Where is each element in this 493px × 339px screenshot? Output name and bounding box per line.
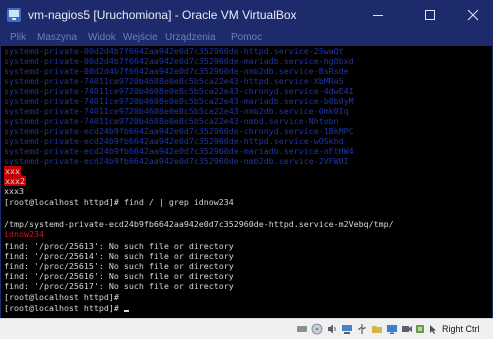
shared-folder-icon[interactable] bbox=[371, 323, 383, 335]
prompt-line-active: [root@localhost httpd]# bbox=[4, 303, 129, 313]
terminal-line: systemd-private-ecd24b9fb6642aa942e0d7c3… bbox=[4, 156, 349, 166]
recording-icon[interactable] bbox=[401, 323, 413, 335]
error-line: find: '/proc/25613': No such file or dir… bbox=[4, 241, 234, 251]
error-line: find: '/proc/25614': No such file or dir… bbox=[4, 251, 234, 261]
menu-widok[interactable]: Widok bbox=[88, 30, 116, 46]
menu-plik[interactable]: Plik bbox=[10, 30, 26, 46]
close-button[interactable] bbox=[450, 0, 493, 30]
menu-urzadzenia[interactable]: Urządzenia bbox=[165, 30, 216, 46]
terminal-line: systemd-private-00d2d4b7f6642aa942e0d7c3… bbox=[4, 66, 349, 76]
maximize-icon bbox=[425, 10, 435, 20]
error-line: find: '/proc/25617': No such file or dir… bbox=[4, 281, 234, 291]
keyboard-icon[interactable] bbox=[427, 323, 439, 335]
hard-disk-icon[interactable] bbox=[296, 323, 308, 335]
find-result-line: /tmp/systemd-private-ecd24b9fb6642aa942e… bbox=[4, 219, 394, 229]
menu-wejscie[interactable]: Wejście bbox=[123, 30, 158, 46]
virtualbox-window: vm-nagios5 [Uruchomiona] - Oracle VM Vir… bbox=[0, 0, 493, 339]
error-line: find: '/proc/25616': No such file or dir… bbox=[4, 271, 234, 281]
terminal-line: systemd-private-74011ce9720b4608e0e8c5b5… bbox=[4, 106, 349, 116]
prompt-command-line: [root@localhost httpd]# find / | grep id… bbox=[4, 197, 234, 207]
error-line: find: '/proc/25615': No such file or dir… bbox=[4, 261, 234, 271]
terminal-line: systemd-private-00d2d4b7f6642aa942e0d7c3… bbox=[4, 46, 344, 56]
terminal-line: systemd-private-ecd24b9fb6642aa942e0d7c3… bbox=[4, 146, 354, 156]
prompt-line: [root@localhost httpd]# bbox=[4, 292, 119, 302]
prompt-text: [root@localhost httpd]# bbox=[4, 303, 124, 313]
virtualbox-app-icon bbox=[7, 8, 21, 22]
terminal-line: systemd-private-ecd24b9fb6642aa942e0d7c3… bbox=[4, 126, 354, 136]
terminal-line: systemd-private-00d2d4b7f6642aa942e0d7c3… bbox=[4, 56, 354, 66]
terminal-line: xxx3 bbox=[4, 186, 24, 196]
minimize-button[interactable] bbox=[355, 0, 401, 30]
host-key-label[interactable]: Right Ctrl bbox=[442, 322, 480, 336]
close-icon bbox=[467, 9, 479, 21]
audio-icon[interactable] bbox=[326, 323, 338, 335]
maximize-button[interactable] bbox=[407, 0, 453, 30]
find-result-line: idnow234 bbox=[4, 229, 44, 239]
display-icon[interactable] bbox=[386, 323, 398, 335]
find-result-match: idnow234 bbox=[4, 229, 44, 239]
optical-drive-icon[interactable] bbox=[311, 323, 323, 335]
terminal-line: systemd-private-ecd24b9fb6642aa942e0d7c3… bbox=[4, 136, 344, 146]
window-title: vm-nagios5 [Uruchomiona] - Oracle VM Vir… bbox=[28, 8, 297, 22]
vm-console[interactable]: systemd-private-00d2d4b7f6642aa942e0d7c3… bbox=[1, 46, 492, 318]
terminal-line: xxx2 bbox=[4, 176, 26, 186]
listing-entry-red: xxx bbox=[4, 166, 21, 176]
status-bar: Right Ctrl bbox=[0, 318, 493, 339]
title-bar[interactable]: vm-nagios5 [Uruchomiona] - Oracle VM Vir… bbox=[0, 0, 493, 30]
cpu-icon[interactable] bbox=[414, 323, 426, 335]
menu-bar: Plik Maszyna Widok Wejście Urządzenia Po… bbox=[0, 30, 493, 46]
menu-maszyna[interactable]: Maszyna bbox=[37, 30, 77, 46]
terminal-line: xxx bbox=[4, 166, 21, 176]
usb-icon[interactable] bbox=[356, 323, 368, 335]
terminal-line: systemd-private-74011ce9720b4608e0e8c5b5… bbox=[4, 116, 339, 126]
minimize-icon bbox=[373, 15, 383, 16]
network-icon[interactable] bbox=[341, 323, 353, 335]
terminal-line: systemd-private-74011ce9720b4608e0e8c5b5… bbox=[4, 96, 354, 106]
menu-pomoc[interactable]: Pomoc bbox=[231, 30, 262, 46]
terminal-line: systemd-private-74011ce9720b4608e0e8c5b5… bbox=[4, 76, 344, 86]
find-result-path: /tmp/systemd-private-ecd24b9fb6642aa942e… bbox=[4, 219, 394, 229]
terminal-line: systemd-private-74011ce9720b4608e0e8c5b5… bbox=[4, 86, 354, 96]
listing-entry-red: xxx2 bbox=[4, 176, 26, 186]
text-cursor bbox=[123, 310, 129, 312]
